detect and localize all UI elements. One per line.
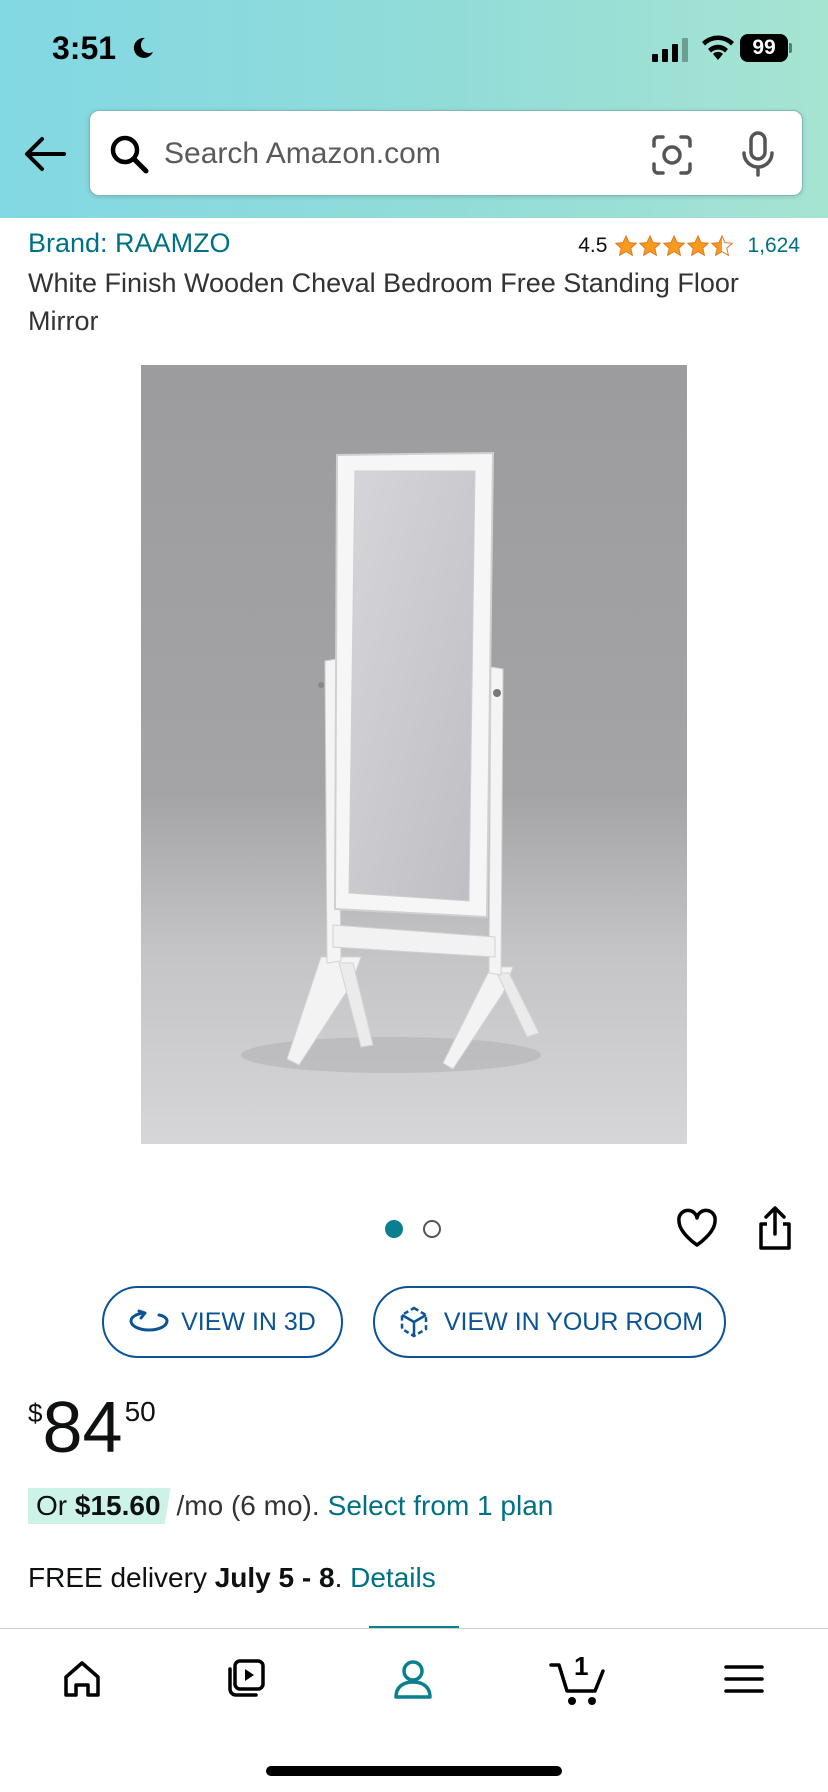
rating-count: 1,624 xyxy=(747,234,800,257)
brand-link[interactable]: Brand: RAAMZO xyxy=(28,228,231,259)
delivery-details-link[interactable]: Details xyxy=(350,1562,436,1593)
financing-highlight: Or $15.60 xyxy=(28,1488,171,1524)
delivery-dot: . xyxy=(334,1562,343,1593)
home-indicator xyxy=(266,1766,562,1776)
financing-plan-link[interactable]: Select from 1 plan xyxy=(328,1490,554,1522)
price: $ 84 50 xyxy=(28,1390,156,1466)
carousel-dot[interactable] xyxy=(423,1220,441,1238)
rating-value: 4.5 xyxy=(578,234,608,257)
delivery-prefix: FREE delivery xyxy=(28,1562,207,1593)
product-title: White Finish Wooden Cheval Bedroom Free … xyxy=(28,268,739,336)
moon-icon xyxy=(133,37,153,58)
home-icon[interactable] xyxy=(52,1651,112,1707)
video-icon[interactable] xyxy=(218,1651,278,1707)
search-input[interactable] xyxy=(164,111,624,197)
search-icon xyxy=(110,135,149,174)
cart-count: 1 xyxy=(574,1651,589,1681)
account-icon[interactable] xyxy=(383,1651,443,1707)
price-symbol: $ xyxy=(28,1398,43,1428)
price-fraction: 50 xyxy=(124,1396,156,1427)
delivery-dates: July 5 - 8 xyxy=(214,1562,335,1593)
back-arrow-icon[interactable] xyxy=(24,136,66,172)
ar-cube-icon xyxy=(400,1306,428,1338)
signal-icon xyxy=(652,38,688,62)
heart-icon[interactable] xyxy=(676,1208,718,1248)
view-in-room-label: VIEW IN YOUR ROOM xyxy=(443,1307,704,1336)
rating-summary[interactable]: 4.5 1,624 xyxy=(578,234,800,258)
rotate-3d-icon xyxy=(129,1309,169,1332)
share-icon[interactable] xyxy=(758,1206,792,1250)
battery-level: 99 xyxy=(740,34,788,62)
cart-tab[interactable]: 1 xyxy=(548,1649,614,1709)
financing-offer: Or $15.60 /mo (6 mo). Select from 1 plan xyxy=(28,1488,553,1524)
view-in-room-button[interactable]: VIEW IN YOUR ROOM xyxy=(373,1286,726,1358)
search-bar[interactable] xyxy=(89,110,803,197)
status-time: 3:51 xyxy=(52,30,117,66)
financing-terms: /mo (6 mo). xyxy=(176,1490,320,1521)
menu-icon[interactable] xyxy=(714,1651,774,1707)
wifi-icon xyxy=(702,35,734,60)
app-header: 3:51 99 xyxy=(0,0,828,218)
view-in-3d-button[interactable]: VIEW IN 3D xyxy=(102,1286,343,1358)
delivery-info: FREE delivery July 5 - 8. Details xyxy=(28,1562,436,1594)
image-carousel-dots[interactable] xyxy=(385,1220,445,1240)
battery-indicator: 99 xyxy=(740,34,792,62)
carousel-dot-active[interactable] xyxy=(385,1220,403,1238)
product-image[interactable] xyxy=(141,365,687,1144)
view-in-3d-label: VIEW IN 3D xyxy=(181,1307,316,1336)
financing-prefix: Or xyxy=(36,1490,68,1521)
financing-amount: $15.60 xyxy=(74,1490,161,1521)
camera-scan-icon[interactable] xyxy=(650,133,694,177)
star-rating-icon xyxy=(615,235,734,256)
price-whole: 84 xyxy=(42,1388,123,1468)
microphone-icon[interactable] xyxy=(740,131,776,177)
